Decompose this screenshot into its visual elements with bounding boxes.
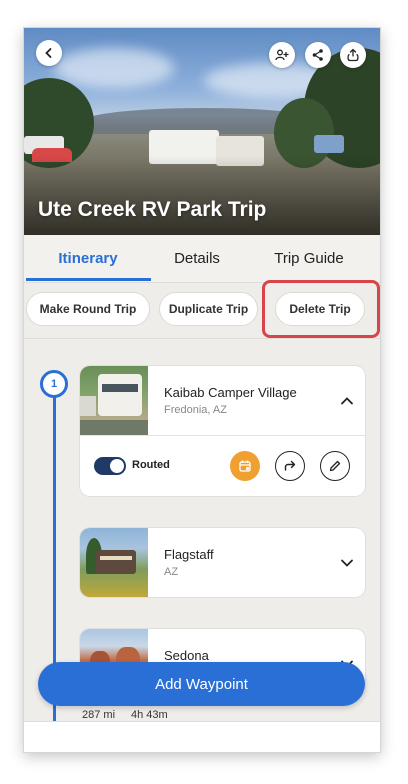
divider — [24, 338, 380, 339]
add-waypoint-button[interactable]: Add Waypoint — [38, 662, 365, 706]
chevron-down-icon[interactable] — [339, 555, 355, 571]
share-icon — [312, 49, 323, 61]
waypoint-thumbnail — [80, 528, 148, 597]
tab-details[interactable]: Details — [152, 235, 242, 282]
tab-trip-guide[interactable]: Trip Guide — [254, 235, 364, 282]
phone-screen: Ute Creek RV Park Trip Itinerary Details… — [24, 28, 380, 752]
waypoint-card[interactable]: Flagstaff AZ — [80, 528, 365, 597]
tab-bar: Itinerary Details Trip Guide — [24, 235, 380, 283]
delete-trip-highlight — [262, 280, 380, 338]
tab-itinerary[interactable]: Itinerary — [24, 235, 152, 282]
waypoint-name: Flagstaff — [164, 547, 214, 562]
redirect-arrow-icon — [284, 460, 296, 471]
export-icon — [347, 48, 359, 62]
duplicate-trip-button[interactable]: Duplicate Trip — [159, 292, 258, 326]
waypoint-location: Fredonia, AZ — [164, 404, 227, 416]
waypoint-thumbnail — [80, 366, 148, 435]
card-divider — [80, 435, 365, 436]
add-person-icon — [275, 49, 289, 61]
route-distance: 287 mi — [82, 709, 116, 721]
pencil-icon — [329, 460, 341, 472]
chevron-left-icon — [45, 48, 52, 58]
export-button[interactable] — [340, 42, 366, 68]
invite-button[interactable] — [269, 42, 295, 68]
share-button[interactable] — [305, 42, 331, 68]
chevron-up-icon[interactable] — [339, 393, 355, 409]
edit-button[interactable] — [320, 451, 350, 481]
schedule-button[interactable] — [230, 451, 260, 481]
make-round-trip-button[interactable]: Make Round Trip — [26, 292, 150, 326]
routed-toggle[interactable] — [94, 457, 126, 475]
step-number: 1 — [50, 378, 58, 390]
bottom-bar — [24, 721, 380, 752]
waypoint-card[interactable]: Kaibab Camper Village Fredonia, AZ Route… — [80, 366, 365, 496]
waypoint-location: AZ — [164, 566, 179, 578]
active-tab-indicator — [26, 278, 151, 281]
step-marker: 1 — [40, 370, 68, 398]
routed-label: Routed — [132, 459, 170, 471]
back-button[interactable] — [36, 40, 62, 66]
waypoint-name: Sedona — [164, 648, 209, 663]
route-duration: 4h 43m — [131, 709, 168, 721]
calendar-icon — [239, 460, 251, 472]
navigate-button[interactable] — [275, 451, 305, 481]
waypoint-name: Kaibab Camper Village — [164, 385, 297, 400]
page-title: Ute Creek RV Park Trip — [38, 198, 267, 221]
